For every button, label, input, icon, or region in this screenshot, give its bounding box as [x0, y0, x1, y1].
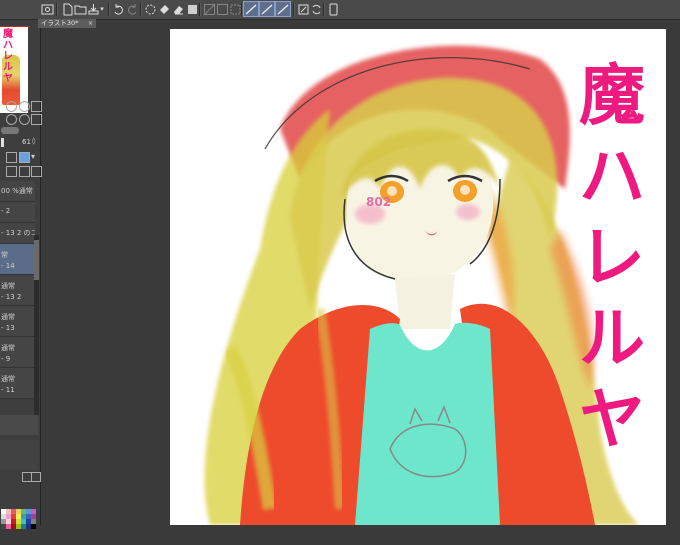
- eraser-icon[interactable]: [171, 2, 185, 16]
- draft-layer-icon[interactable]: [19, 152, 30, 163]
- document-tab[interactable]: イラスト30* ×: [38, 19, 96, 28]
- new-folder-icon[interactable]: [19, 166, 30, 177]
- brush-c-icon[interactable]: [275, 1, 291, 17]
- layer-scrollbar-thumb[interactable]: [34, 240, 39, 280]
- layer-name: 常: [1, 251, 8, 259]
- layer-name: 通常: [1, 344, 15, 352]
- open-icon[interactable]: [73, 2, 87, 16]
- neck: [395, 274, 455, 329]
- layer-row-selected[interactable]: 常 - 14: [0, 244, 35, 275]
- loading-icon[interactable]: [143, 2, 157, 16]
- chevron-down-icon[interactable]: ▾: [98, 2, 106, 16]
- layer-row[interactable]: 00 %通常: [0, 181, 35, 202]
- layer-settings-icon[interactable]: [6, 101, 17, 112]
- layer-row[interactable]: 通常 - 13 2: [0, 275, 35, 306]
- layer-name: 00 %通常: [1, 187, 33, 195]
- layer-color-icon[interactable]: [31, 101, 42, 112]
- sub-panel-area: [0, 440, 38, 470]
- opacity-stepper[interactable]: ◊: [32, 137, 35, 145]
- layer-icon[interactable]: [185, 2, 199, 16]
- undo-icon[interactable]: [111, 2, 125, 16]
- layer-name: 通常: [1, 313, 15, 321]
- layer-name: 通常: [1, 375, 15, 383]
- color-palette: [0, 503, 40, 545]
- brush-a-icon[interactable]: [243, 1, 259, 17]
- select-icon[interactable]: [228, 2, 242, 16]
- sync-icon[interactable]: [309, 2, 323, 16]
- layer-mode: - 9: [1, 355, 11, 363]
- layer-name: - 13 2 のコピー: [1, 229, 35, 237]
- layer-row[interactable]: 通常 - 9: [0, 337, 35, 368]
- layer-menu-chevron-icon[interactable]: ▾: [31, 152, 35, 161]
- layer-row[interactable]: - 2: [0, 202, 35, 223]
- select-none-icon[interactable]: [202, 2, 216, 16]
- layer-row[interactable]: - 13 2 のコピー: [0, 223, 35, 244]
- brush-b-icon[interactable]: [259, 1, 275, 17]
- left-panel: 魔ハレルヤ 61 ◊ ▾ 00 %通常 - 2 - 13 2 のコピー 常 - …: [0, 20, 42, 529]
- redo-icon[interactable]: [125, 2, 139, 16]
- opacity-value[interactable]: 61: [22, 138, 31, 146]
- toolbar: ▾: [0, 0, 680, 20]
- delete-layer-icon[interactable]: [31, 166, 42, 177]
- tablet-icon[interactable]: [326, 2, 340, 16]
- opacity-slider-thumb[interactable]: [1, 138, 4, 147]
- fill-icon[interactable]: [157, 2, 171, 16]
- new-layer-icon[interactable]: [6, 166, 17, 177]
- navigator-preview-title: 魔ハレルヤ: [3, 29, 13, 84]
- cheek-text: 802: [366, 195, 392, 209]
- layer-mode: - 13: [1, 324, 15, 332]
- canvas-icon[interactable]: [40, 2, 54, 16]
- layer-mode: - 14: [1, 262, 15, 270]
- layer-name: - 2: [1, 207, 11, 215]
- reference-icon[interactable]: [19, 114, 30, 125]
- document-tab-label: イラスト30*: [41, 19, 79, 27]
- layer-row[interactable]: 通常 - 13: [0, 306, 35, 337]
- select-invert-icon[interactable]: [215, 2, 229, 16]
- new-icon[interactable]: [60, 2, 74, 16]
- palette-delete-icon[interactable]: [31, 472, 41, 482]
- layer-name: 通常: [1, 282, 15, 290]
- layer-mask-icon[interactable]: [19, 101, 30, 112]
- blend-icon[interactable]: [6, 114, 17, 125]
- lock-icon[interactable]: [31, 114, 42, 125]
- close-icon[interactable]: ×: [88, 19, 93, 28]
- sub-panel: [0, 415, 38, 435]
- layer-mode: - 13 2: [1, 293, 22, 301]
- artwork-title-text: 魔 ハ レ ル ヤ: [579, 56, 645, 458]
- blend-mode-select[interactable]: [1, 127, 19, 134]
- clip-icon[interactable]: [6, 152, 17, 163]
- rotate-icon[interactable]: [296, 2, 310, 16]
- layer-mode: - 11: [1, 386, 15, 394]
- layer-row[interactable]: 通常 - 11: [0, 368, 35, 399]
